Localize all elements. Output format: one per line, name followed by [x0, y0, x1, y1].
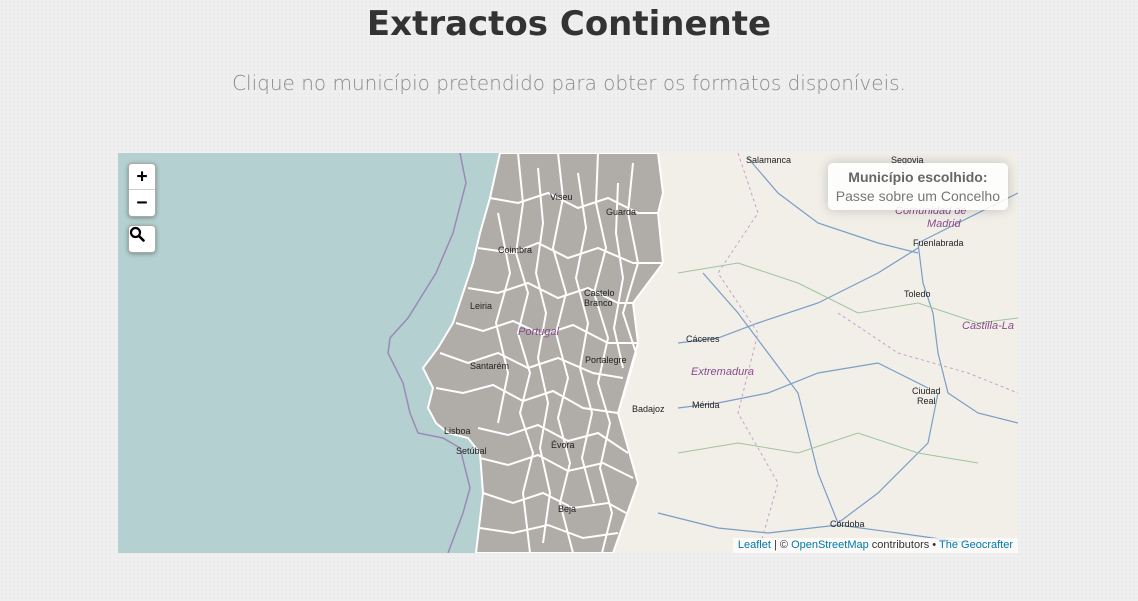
osm-link[interactable]: OpenStreetMap [791, 539, 869, 551]
map-tiles[interactable]: Salamanca Segovia Viseu Guarda Coimbra C… [118, 153, 1018, 553]
info-panel: Município escolhido: Passe sobre um Conc… [827, 163, 1008, 210]
place-label: Toledo [904, 289, 931, 299]
map-container[interactable]: Salamanca Segovia Viseu Guarda Coimbra C… [118, 153, 1018, 553]
place-label: Lisboa [444, 426, 471, 436]
region-label: Portugal [518, 326, 560, 338]
place-label: Badajoz [632, 404, 665, 414]
search-button[interactable] [128, 225, 156, 253]
place-label: Santarém [470, 361, 509, 371]
geocrafter-link[interactable]: The Geocrafter [939, 539, 1013, 551]
region-label: Extremadura [691, 366, 754, 378]
attribution-contributors: contributors • [868, 539, 940, 551]
place-label: Córdoba [830, 519, 865, 529]
place-label: Ciudad [912, 386, 941, 396]
place-label: Guarda [606, 207, 636, 217]
place-label: Beja [558, 504, 576, 514]
zoom-out-button[interactable]: − [129, 190, 155, 216]
page-subtitle: Clique no município pretendido para obte… [232, 71, 906, 95]
info-panel-text: Passe sobre um Concelho [835, 188, 1000, 204]
place-label: Castelo [584, 288, 615, 298]
place-label: Salamanca [746, 155, 791, 165]
info-panel-title: Município escolhido: [848, 169, 988, 185]
place-label: Évora [551, 440, 575, 450]
region-label: Castilla-La [962, 320, 1014, 332]
search-icon [129, 226, 145, 242]
leaflet-link[interactable]: Leaflet [738, 539, 771, 551]
place-label: Real [917, 396, 936, 406]
place-label: Portalegre [585, 355, 627, 365]
place-label: Viseu [550, 192, 572, 202]
attribution-separator: | © [770, 539, 792, 551]
place-label: Fuenlabrada [913, 238, 964, 248]
attribution: Leaflet | © OpenStreetMap contributors •… [732, 538, 1018, 553]
page-title: Extractos Continente [366, 4, 772, 44]
place-label: Cáceres [686, 334, 720, 344]
zoom-control: + − [128, 163, 156, 217]
place-label: Leiria [470, 301, 492, 311]
zoom-in-button[interactable]: + [129, 164, 155, 190]
region-label: Madrid [927, 218, 962, 230]
place-label: Mérida [692, 400, 720, 410]
place-label: Setúbal [456, 446, 487, 456]
place-label: Branco [584, 298, 613, 308]
place-label: Coimbra [498, 245, 532, 255]
